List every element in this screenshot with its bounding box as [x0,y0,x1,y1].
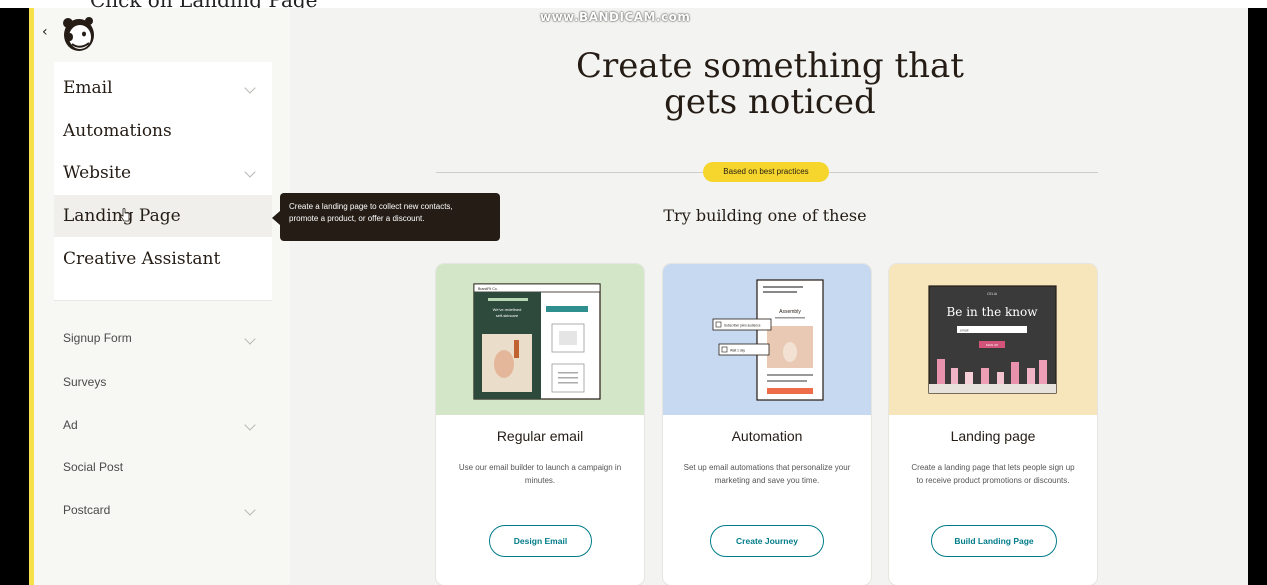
sidebar-divider [54,300,272,301]
automation-illustration: Assembly Subscriber joins audience Wait … [663,264,871,415]
sidebar-item-label: Ad [63,418,78,432]
preview-heading: Assembly [779,309,801,315]
sidebar-item-label: Website [63,163,132,183]
sidebar-item-label: Postcard [63,503,111,517]
card-description: Set up email automations that personaliz… [683,463,851,485]
svg-text:CELIA: CELIA [987,292,998,296]
preview-chip: Wait 1 day [730,349,745,353]
sidebar-item-label: Creative Assistant [63,249,221,269]
preview-cta: SIGN UP [986,343,998,347]
design-email-button[interactable]: Design Email [489,525,592,557]
preview-input: email [960,329,969,333]
create-journey-button[interactable]: Create Journey [710,525,824,557]
page-title: Create something that gets noticed [540,48,1000,120]
regular-email-illustration: BrandFit Co. We've redefined self-skinca… [436,264,644,415]
divider-line [436,172,704,173]
divider-line [828,172,1098,173]
sidebar-item-email[interactable]: Email [63,78,113,98]
build-landing-page-button[interactable]: Build Landing Page [931,525,1057,557]
sidebar-item-surveys[interactable]: Surveys [63,375,106,389]
left-border [0,8,29,585]
preview-brand: BrandFit Co. [478,287,498,291]
card-title: Landing page [950,428,1036,444]
landing-page-illustration: CELIA Be in the know email SIGN UP [889,264,1097,415]
landing-page-card[interactable]: CELIA Be in the know email SIGN UP Landi… [889,264,1097,585]
sidebar-item-signup-form[interactable]: Signup Form [63,331,132,345]
sidebar-item-social-post[interactable]: Social Post [63,460,123,474]
tooltip-arrow [272,211,280,225]
card-title: Automation [731,428,803,444]
card-description: Use our email builder to launch a campai… [458,463,622,485]
sidebar-item-label: Email [63,78,113,98]
right-border [1248,8,1267,585]
automation-card[interactable]: Assembly Subscriber joins audience Wait … [663,264,871,585]
recording-caption: Click on Landing Page [0,0,1267,8]
sidebar-item-label: Automations [63,121,172,141]
svg-text:self-skincare: self-skincare [496,313,519,318]
sidebar-item-website[interactable]: Website [63,163,131,183]
hand-cursor-icon [120,208,130,222]
sidebar-item-label: Surveys [63,375,107,389]
section-heading: Try building one of these [663,206,867,225]
collapse-sidebar-button[interactable]: ‹ [42,24,48,40]
sidebar-item-ad[interactable]: Ad [63,418,78,432]
sidebar-item-label: Signup Form [63,331,132,345]
tooltip-line: promote a product, or offer a discount. [289,214,425,223]
landing-page-tooltip: Create a landing page to collect new con… [280,193,500,241]
page-title-line: Create something that [576,46,964,86]
card-description: Create a landing page that lets people s… [911,463,1075,485]
sidebar-item-automations[interactable]: Automations [63,121,172,141]
sidebar-item-label: Social Post [63,460,124,474]
tooltip-line: Create a landing page to collect new con… [289,202,453,211]
sidebar-item-postcard[interactable]: Postcard [63,503,110,517]
mailchimp-logo-icon[interactable] [60,14,98,54]
regular-email-card[interactable]: BrandFit Co. We've redefined self-skinca… [436,264,644,585]
best-practices-badge: Based on best practices [703,162,829,182]
sidebar-item-creative-assistant[interactable]: Creative Assistant [63,249,220,269]
page-title-line: gets noticed [664,82,876,122]
svg-text:We've redefined: We've redefined [493,307,522,312]
preview-headline: Be in the know [946,305,1038,319]
preview-chip: Subscriber joins audience [724,324,761,328]
recording-watermark: www.BANDICAM.com [540,10,691,24]
card-title: Regular email [496,428,584,444]
